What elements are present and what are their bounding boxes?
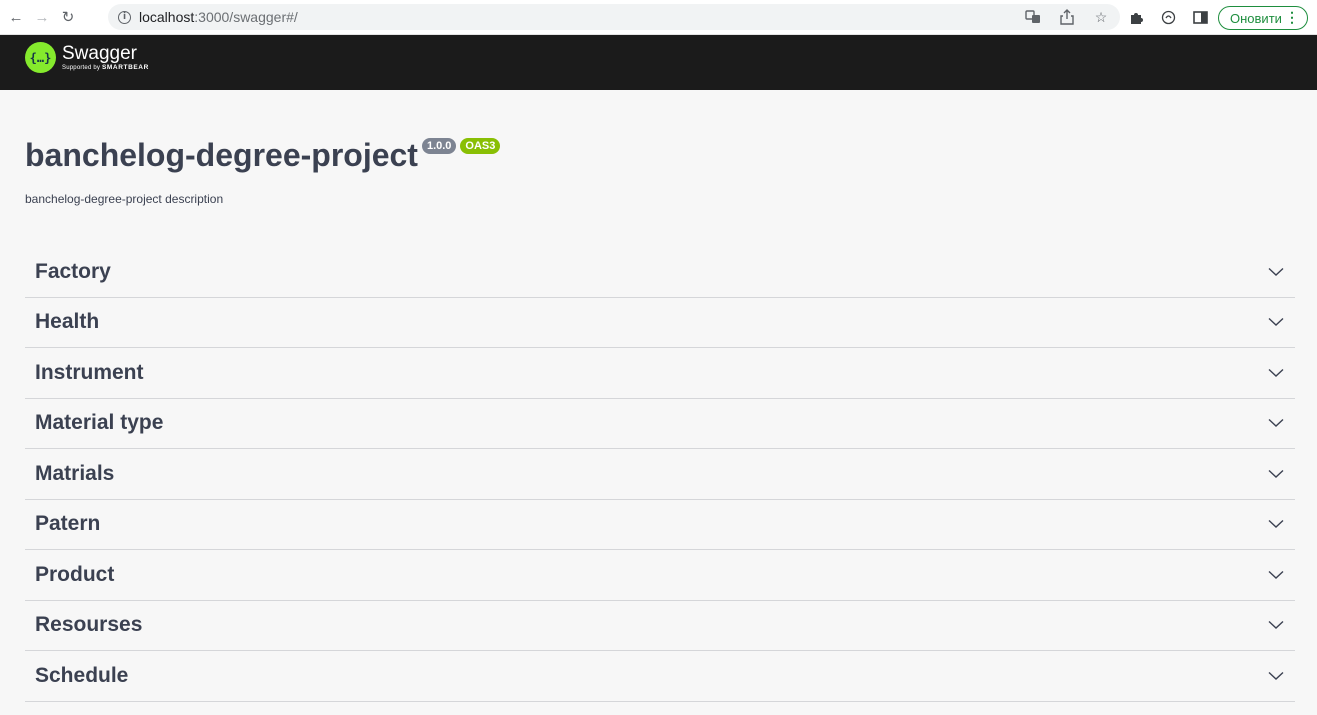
tag-name: Material type xyxy=(35,411,164,435)
chevron-down-icon[interactable] xyxy=(1267,515,1285,533)
browser-toolbar: ← → ↻ i localhost:3000/swagger#/ ☆ T Оно… xyxy=(0,0,1317,35)
update-label: Оновити xyxy=(1230,10,1282,26)
url-path: :3000/swagger#/ xyxy=(194,9,298,25)
chevron-down-icon[interactable] xyxy=(1267,263,1285,281)
extensions-puzzle-icon[interactable] xyxy=(1127,8,1145,26)
tag-section-material-type[interactable]: Material type xyxy=(25,399,1295,449)
chevron-down-icon[interactable] xyxy=(1267,566,1285,584)
swagger-logo[interactable]: {…} Swagger Supported by SMARTBEAR xyxy=(25,42,149,73)
logo-sub-brand: SMARTBEAR xyxy=(101,63,149,71)
tag-section-patern[interactable]: Patern xyxy=(25,500,1295,550)
reload-icon[interactable]: ↻ xyxy=(58,7,78,27)
chevron-down-icon[interactable] xyxy=(1267,313,1285,331)
tag-name: Factory xyxy=(35,259,111,283)
bookmark-star-icon[interactable]: ☆ xyxy=(1092,8,1110,26)
tag-section-factory[interactable]: Factory xyxy=(25,247,1295,298)
translate-icon[interactable] xyxy=(1024,8,1042,26)
tag-name: Schedule xyxy=(35,663,129,687)
back-arrow-icon[interactable]: ← xyxy=(6,7,26,27)
tag-section-matrials[interactable]: Matrials xyxy=(25,449,1295,500)
forward-arrow-icon[interactable]: → xyxy=(32,7,52,27)
address-bar[interactable]: i localhost:3000/swagger#/ ☆ xyxy=(108,4,1120,30)
tag-name: Health xyxy=(35,310,100,334)
api-description: banchelog-degree-project description xyxy=(25,192,224,206)
tag-section-instrument[interactable]: Instrument xyxy=(25,348,1295,399)
swagger-logo-name: Swagger xyxy=(62,42,137,64)
tag-name: Matrials xyxy=(35,461,115,485)
tag-list: Factory Health Instrument Material type … xyxy=(25,247,1295,702)
swagger-logo-sub: Supported by SMARTBEAR xyxy=(62,64,149,72)
side-panel-icon[interactable] xyxy=(1191,8,1209,26)
swagger-topbar: {…} Swagger Supported by SMARTBEAR xyxy=(0,35,1317,90)
tag-section-resourses[interactable]: Resourses xyxy=(25,601,1295,651)
page-title: banchelog-degree-project xyxy=(25,137,418,173)
url-text[interactable]: localhost:3000/swagger#/ xyxy=(139,9,298,25)
chevron-down-icon[interactable] xyxy=(1267,465,1285,483)
extension-spiral-icon[interactable] xyxy=(1159,8,1177,26)
info-icon[interactable]: i xyxy=(118,10,131,24)
update-browser-button[interactable]: Оновити ⋮ xyxy=(1218,6,1308,30)
tag-section-schedule[interactable]: Schedule xyxy=(25,651,1295,702)
version-badge: 1.0.0 xyxy=(421,138,457,154)
url-host: localhost xyxy=(139,9,195,25)
share-icon[interactable] xyxy=(1058,8,1076,26)
tag-name: Instrument xyxy=(35,360,144,384)
chevron-down-icon[interactable] xyxy=(1267,616,1285,634)
logo-sub-prefix: Supported by xyxy=(62,64,102,71)
chevron-down-icon[interactable] xyxy=(1267,667,1285,685)
tag-section-product[interactable]: Product xyxy=(25,550,1295,601)
api-info-header: banchelog-degree-project 1.0.0 OAS3 xyxy=(25,133,501,177)
tag-name: Product xyxy=(35,562,115,586)
browser-menu-icon[interactable]: ⋮ xyxy=(1285,9,1299,26)
chevron-down-icon[interactable] xyxy=(1267,414,1285,432)
swagger-logo-icon: {…} xyxy=(25,42,56,73)
oas-badge: OAS3 xyxy=(460,138,501,154)
chevron-down-icon[interactable] xyxy=(1267,364,1285,382)
tag-section-health[interactable]: Health xyxy=(25,298,1295,348)
tag-name: Patern xyxy=(35,512,101,536)
tag-name: Resourses xyxy=(35,613,143,637)
